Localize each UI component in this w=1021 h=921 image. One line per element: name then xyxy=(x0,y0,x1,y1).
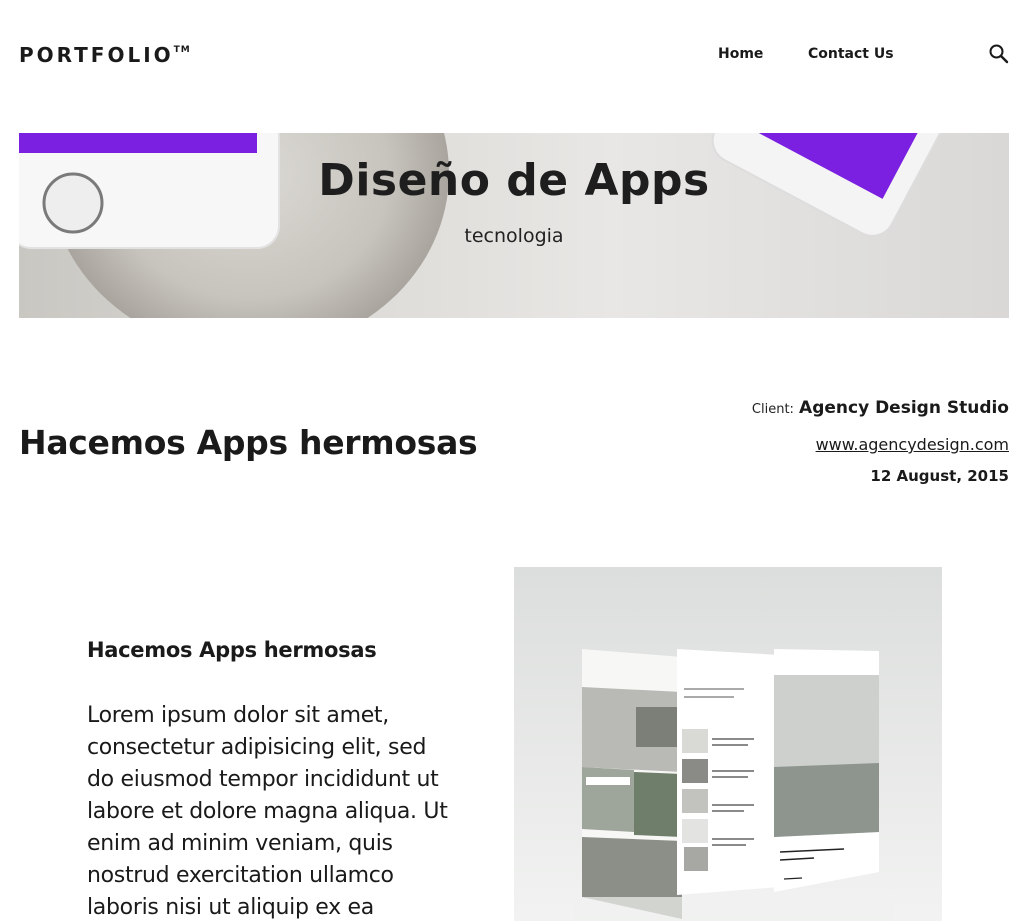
content-title: Hacemos Apps hermosas xyxy=(87,638,377,662)
hero-subtitle: tecnologia xyxy=(464,225,564,247)
nav-home-link[interactable]: Home xyxy=(718,46,763,62)
site-logo[interactable]: PORTFOLIOTM xyxy=(19,43,191,67)
nav-contact-link[interactable]: Contact Us xyxy=(808,46,894,62)
content-body: Lorem ipsum dolor sit amet, consectetur … xyxy=(87,703,448,920)
project-heading: Hacemos Apps hermosas xyxy=(19,423,478,462)
client-website-link[interactable]: www.agencydesign.com xyxy=(816,435,1009,454)
project-date: 12 August, 2015 xyxy=(870,467,1009,485)
hero-banner: Diseño de Apps tecnologia xyxy=(19,133,1009,318)
hero-title: Diseño de Apps xyxy=(318,155,710,206)
logo-text: PORTFOLIO xyxy=(19,43,174,67)
logo-trademark: TM xyxy=(173,45,191,56)
search-icon xyxy=(989,44,1009,64)
client-info: Client: Agency Design Studio xyxy=(752,398,1009,418)
search-button[interactable] xyxy=(988,43,1010,65)
client-label: Client: xyxy=(751,402,794,417)
client-name: Agency Design Studio xyxy=(799,398,1009,418)
app-mockup-image xyxy=(514,567,942,921)
site-header: PORTFOLIOTM Home Contact Us xyxy=(0,0,1021,110)
app-screens-illustration xyxy=(574,649,894,921)
